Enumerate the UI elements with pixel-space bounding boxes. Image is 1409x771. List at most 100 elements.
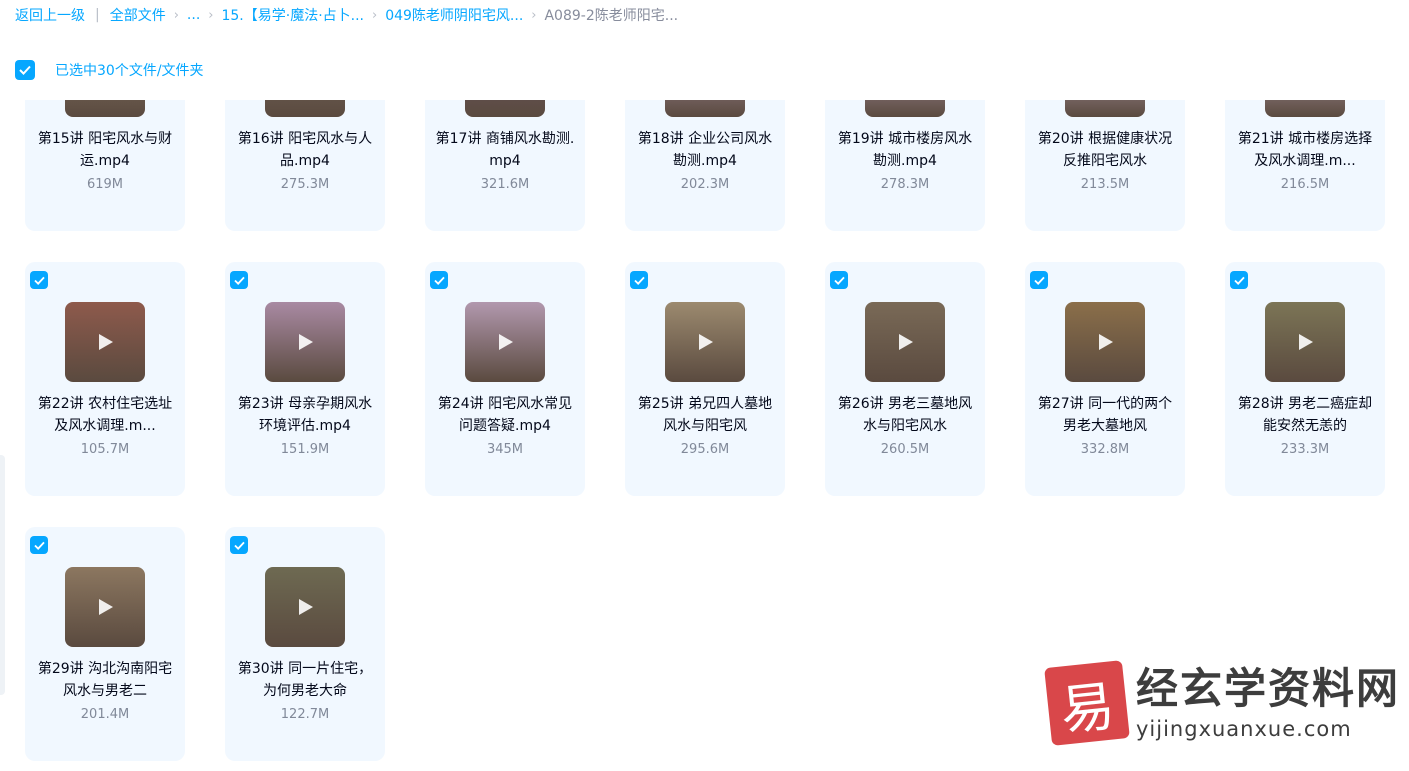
file-name: 第22讲 农村住宅选址及风水调理.m... bbox=[37, 396, 173, 434]
file-checkbox[interactable] bbox=[230, 536, 248, 554]
breadcrumb-current: A089-2陈老师阳宅... bbox=[544, 8, 679, 24]
watermark-title: 经玄学资料网 bbox=[1136, 664, 1401, 713]
check-icon bbox=[833, 276, 845, 285]
play-icon bbox=[99, 599, 113, 615]
file-card[interactable]: 第24讲 阳宅风水常见问题答疑.mp4 345M bbox=[425, 262, 585, 496]
file-size: 216.5M bbox=[1280, 177, 1330, 192]
file-name: 第17讲 商铺风水勘测.mp4 bbox=[435, 131, 575, 169]
file-name: 第27讲 同一代的两个男老大墓地风 bbox=[1037, 396, 1173, 434]
play-icon bbox=[99, 334, 113, 350]
file-name: 第15讲 阳宅风水与财运.mp4 bbox=[37, 131, 173, 169]
video-thumbnail[interactable] bbox=[1265, 100, 1345, 117]
file-name: 第25讲 弟兄四人墓地风水与阳宅风 bbox=[637, 396, 773, 434]
file-checkbox[interactable] bbox=[630, 271, 648, 289]
breadcrumb-all-files[interactable]: 全部文件 bbox=[110, 5, 166, 25]
file-checkbox[interactable] bbox=[830, 271, 848, 289]
file-name: 第16讲 阳宅风水与人品.mp4 bbox=[237, 131, 373, 169]
file-size: 202.3M bbox=[680, 177, 730, 192]
select-all-checkbox[interactable] bbox=[15, 60, 35, 80]
check-icon bbox=[1233, 276, 1245, 285]
file-name: 第30讲 同一片住宅，为何男老大命 bbox=[237, 661, 373, 699]
file-name: 第26讲 男老三墓地风水与阳宅风水 bbox=[837, 396, 973, 434]
video-thumbnail[interactable] bbox=[865, 302, 945, 382]
video-thumbnail[interactable] bbox=[65, 567, 145, 647]
check-icon bbox=[33, 276, 45, 285]
file-size: 213.5M bbox=[1080, 177, 1130, 192]
breadcrumb: 返回上一级 | 全部文件 › ... › 15.【易学·魔法·占卜... › 0… bbox=[15, 5, 678, 25]
video-thumbnail[interactable] bbox=[265, 302, 345, 382]
file-size: 151.9M bbox=[280, 442, 330, 457]
file-card[interactable]: 第28讲 男老二癌症却能安然无恙的 233.3M bbox=[1225, 262, 1385, 496]
breadcrumb-separator: | bbox=[95, 7, 100, 23]
chevron-right-icon: › bbox=[372, 7, 378, 23]
file-size: 295.6M bbox=[680, 442, 730, 457]
play-icon bbox=[699, 334, 713, 350]
check-icon bbox=[633, 276, 645, 285]
video-thumbnail[interactable] bbox=[465, 302, 545, 382]
file-name: 第18讲 企业公司风水勘测.mp4 bbox=[637, 131, 773, 169]
file-checkbox[interactable] bbox=[230, 271, 248, 289]
file-name: 第21讲 城市楼房选择及风水调理.m... bbox=[1237, 131, 1373, 169]
file-checkbox[interactable] bbox=[1230, 271, 1248, 289]
play-icon bbox=[299, 599, 313, 615]
chevron-right-icon: › bbox=[208, 7, 214, 23]
file-card[interactable]: 第29讲 沟北沟南阳宅风水与男老二 201.4M bbox=[25, 527, 185, 761]
breadcrumb-folder-1[interactable]: 15.【易学·魔法·占卜... bbox=[221, 5, 364, 25]
play-icon bbox=[899, 334, 913, 350]
video-thumbnail[interactable] bbox=[65, 100, 145, 117]
video-thumbnail[interactable] bbox=[665, 100, 745, 117]
file-card[interactable]: 第15讲 阳宅风水与财运.mp4 619M bbox=[25, 100, 185, 231]
file-card[interactable]: 第20讲 根据健康状况反推阳宅风水 213.5M bbox=[1025, 100, 1185, 231]
video-thumbnail[interactable] bbox=[265, 100, 345, 117]
file-checkbox[interactable] bbox=[430, 271, 448, 289]
file-size: 105.7M bbox=[80, 442, 130, 457]
file-card[interactable]: 第26讲 男老三墓地风水与阳宅风水 260.5M bbox=[825, 262, 985, 496]
video-thumbnail[interactable] bbox=[1065, 100, 1145, 117]
video-thumbnail[interactable] bbox=[465, 100, 545, 117]
file-card[interactable]: 第21讲 城市楼房选择及风水调理.m... 216.5M bbox=[1225, 100, 1385, 231]
check-icon bbox=[1033, 276, 1045, 285]
file-card[interactable]: 第30讲 同一片住宅，为何男老大命 122.7M bbox=[225, 527, 385, 761]
file-checkbox[interactable] bbox=[30, 271, 48, 289]
check-icon bbox=[33, 541, 45, 550]
file-size: 345M bbox=[486, 442, 524, 457]
file-name: 第23讲 母亲孕期风水环境评估.mp4 bbox=[237, 396, 373, 434]
file-card[interactable]: 第16讲 阳宅风水与人品.mp4 275.3M bbox=[225, 100, 385, 231]
file-size: 321.6M bbox=[480, 177, 530, 192]
check-icon bbox=[433, 276, 445, 285]
video-thumbnail[interactable] bbox=[65, 302, 145, 382]
breadcrumb-ellipsis[interactable]: ... bbox=[187, 7, 200, 23]
file-checkbox[interactable] bbox=[30, 536, 48, 554]
selection-bar: 已选中30个文件/文件夹 bbox=[15, 60, 204, 80]
file-card[interactable]: 第22讲 农村住宅选址及风水调理.m... 105.7M bbox=[25, 262, 185, 496]
file-card[interactable]: 第18讲 企业公司风水勘测.mp4 202.3M bbox=[625, 100, 785, 231]
check-icon bbox=[19, 65, 31, 75]
file-checkbox[interactable] bbox=[1030, 271, 1048, 289]
file-card[interactable]: 第17讲 商铺风水勘测.mp4 321.6M bbox=[425, 100, 585, 231]
check-icon bbox=[233, 541, 245, 550]
video-thumbnail[interactable] bbox=[865, 100, 945, 117]
file-card[interactable]: 第27讲 同一代的两个男老大墓地风 332.8M bbox=[1025, 262, 1185, 496]
chevron-right-icon: › bbox=[173, 7, 179, 23]
back-link[interactable]: 返回上一级 bbox=[15, 5, 85, 25]
file-size: 233.3M bbox=[1280, 442, 1330, 457]
file-card[interactable]: 第25讲 弟兄四人墓地风水与阳宅风 295.6M bbox=[625, 262, 785, 496]
breadcrumb-folder-2[interactable]: 049陈老师阴阳宅风... bbox=[385, 5, 523, 25]
file-card[interactable]: 第23讲 母亲孕期风水环境评估.mp4 151.9M bbox=[225, 262, 385, 496]
file-name: 第19讲 城市楼房风水勘测.mp4 bbox=[837, 131, 973, 169]
chevron-right-icon: › bbox=[531, 7, 537, 23]
video-thumbnail[interactable] bbox=[665, 302, 745, 382]
file-size: 619M bbox=[86, 177, 124, 192]
file-name: 第28讲 男老二癌症却能安然无恙的 bbox=[1237, 396, 1373, 434]
watermark: 易 经玄学资料网 yijingxuanxue.com bbox=[1044, 660, 1401, 746]
watermark-seal-logo: 易 bbox=[1044, 660, 1130, 746]
video-thumbnail[interactable] bbox=[1265, 302, 1345, 382]
check-icon bbox=[233, 276, 245, 285]
file-size: 278.3M bbox=[880, 177, 930, 192]
video-thumbnail[interactable] bbox=[1065, 302, 1145, 382]
file-size: 260.5M bbox=[880, 442, 930, 457]
file-size: 332.8M bbox=[1080, 442, 1130, 457]
video-thumbnail[interactable] bbox=[265, 567, 345, 647]
side-panel-edge bbox=[0, 455, 5, 695]
file-card[interactable]: 第19讲 城市楼房风水勘测.mp4 278.3M bbox=[825, 100, 985, 231]
